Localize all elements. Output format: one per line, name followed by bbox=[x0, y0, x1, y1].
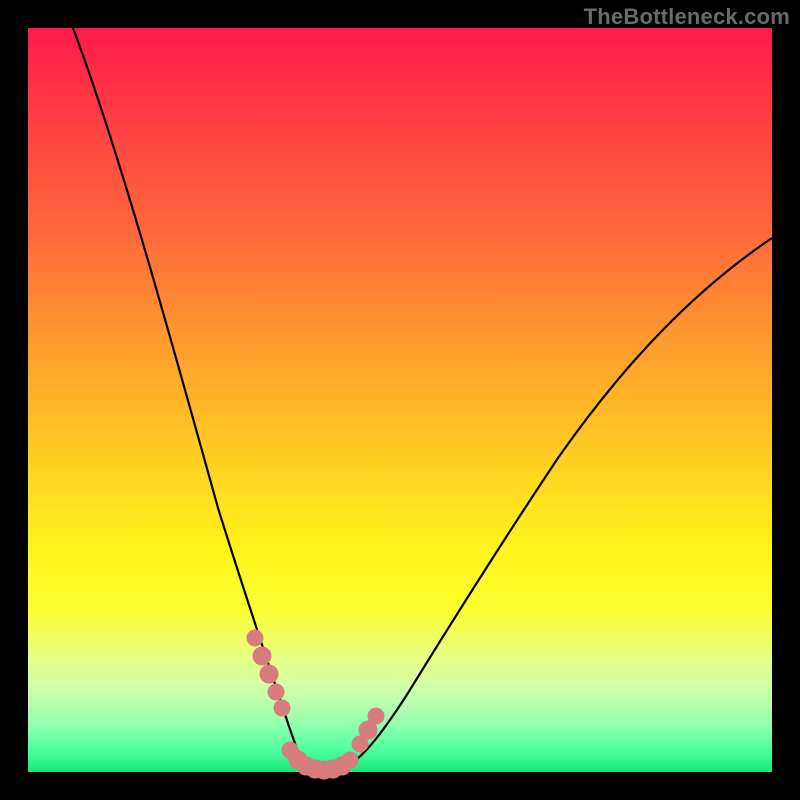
right-markers bbox=[352, 708, 384, 752]
curves-svg bbox=[28, 28, 772, 772]
chart-frame: TheBottleneck.com bbox=[0, 0, 800, 800]
plot-area bbox=[28, 28, 772, 772]
watermark-text: TheBottleneck.com bbox=[584, 4, 790, 30]
bottom-markers bbox=[282, 742, 358, 779]
right-curve bbox=[340, 238, 772, 770]
left-markers bbox=[247, 630, 290, 716]
